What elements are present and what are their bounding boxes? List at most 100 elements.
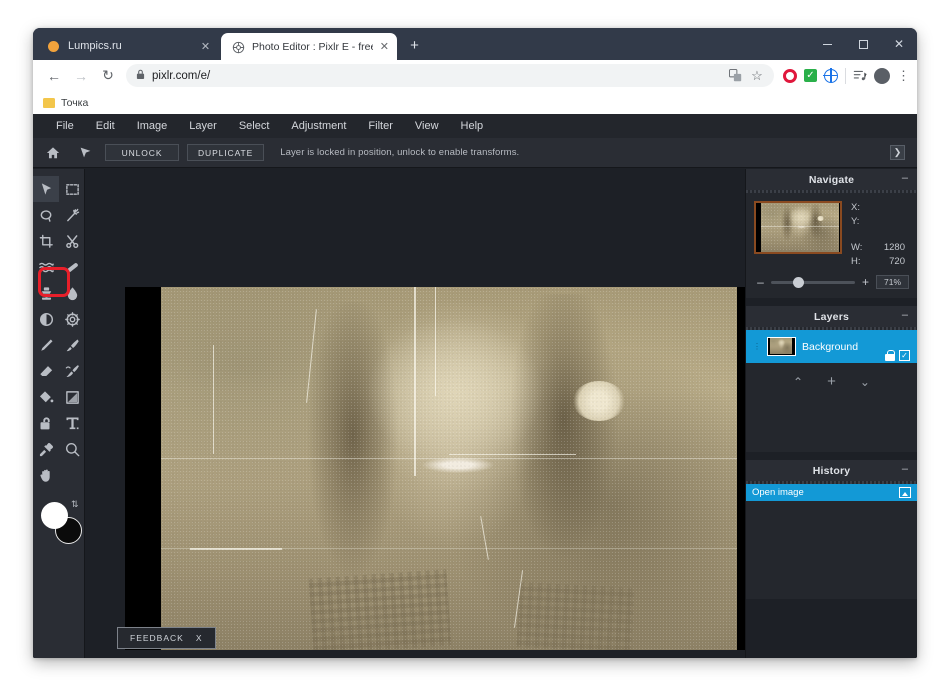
arrow-tool-icon[interactable] (73, 142, 97, 164)
history-panel-header[interactable]: History – (746, 460, 917, 481)
layers-panel-header[interactable]: Layers – (746, 306, 917, 327)
navigate-minimize-button[interactable]: – (902, 173, 908, 184)
feedback-button[interactable]: FEEDBACK X (117, 627, 216, 649)
zoom-level-value[interactable]: 71% (876, 275, 909, 289)
panel-title: Layers (813, 310, 850, 323)
menu-adjustment[interactable]: Adjustment (280, 114, 357, 138)
detail-brush-tool[interactable] (59, 358, 85, 384)
history-item-label: Open image (752, 487, 804, 498)
brush-tool[interactable] (59, 332, 85, 358)
layer-row[interactable]: ⋮ Background ✓ (746, 330, 917, 363)
zoom-slider-knob[interactable] (792, 276, 804, 288)
browser-menu-button[interactable]: ⋮ (897, 68, 910, 84)
layer-visibility-checkbox[interactable]: ✓ (899, 350, 910, 361)
panel-collapse-button[interactable]: ❯ (890, 145, 905, 160)
forward-button[interactable]: → (68, 63, 94, 89)
menu-filter[interactable]: Filter (357, 114, 403, 138)
gradient-tool[interactable] (59, 384, 85, 410)
blur-tool[interactable] (59, 280, 85, 306)
history-minimize-button[interactable]: – (902, 464, 908, 475)
swap-arrows-icon[interactable]: ⇅ (71, 499, 79, 510)
reload-button[interactable]: ↻ (95, 63, 121, 89)
tab-title: Lumpics.ru (68, 40, 122, 52)
layer-thumbnail (767, 337, 796, 356)
menu-layer[interactable]: Layer (178, 114, 228, 138)
tab-close-icon[interactable]: ✕ (200, 40, 211, 53)
menu-select[interactable]: Select (228, 114, 281, 138)
browser-tab-lumpics[interactable]: Lumpics.ru ✕ (37, 32, 219, 60)
history-item[interactable]: Open image (746, 484, 917, 501)
color-picker-tool[interactable] (33, 436, 59, 462)
foreground-color-swatch[interactable] (41, 502, 68, 529)
panel-title: History (812, 464, 851, 477)
lasso-select-tool[interactable] (33, 202, 59, 228)
eraser-tool[interactable] (33, 358, 59, 384)
arrange-tool[interactable] (33, 176, 59, 202)
window-minimize-button[interactable] (809, 28, 845, 60)
menu-help[interactable]: Help (450, 114, 495, 138)
lumpics-favicon-icon (48, 40, 61, 53)
feedback-label: FEEDBACK (130, 633, 184, 643)
layer-action-buttons: ⌃ + ⌄ (746, 363, 917, 390)
tab-close-icon[interactable]: ✕ (380, 40, 389, 53)
crop-tool[interactable] (33, 228, 59, 254)
hand-tool[interactable] (33, 462, 59, 488)
lock-icon (136, 69, 145, 83)
blue-globe-extension-icon[interactable] (823, 67, 838, 83)
avatar[interactable] (874, 67, 890, 84)
shape-tool[interactable] (33, 410, 59, 436)
duplicate-button[interactable]: DUPLICATE (187, 144, 265, 161)
liquify-tool[interactable] (33, 254, 59, 280)
layer-drag-handle-icon[interactable]: ⋮ (753, 343, 761, 350)
lock-status-note: Layer is locked in position, unlock to e… (280, 147, 520, 158)
zoom-out-button[interactable]: – (756, 275, 765, 289)
canvas-area[interactable]: FEEDBACK X (85, 169, 773, 658)
lock-icon[interactable] (885, 350, 895, 361)
options-bar: UNLOCK DUPLICATE Layer is locked in posi… (33, 138, 917, 168)
move-layer-down-button[interactable]: ⌄ (860, 375, 870, 389)
browser-tab-pixlr[interactable]: Photo Editor : Pixlr E - free image ✕ (221, 33, 397, 60)
paint-bucket-tool[interactable] (33, 384, 59, 410)
new-tab-button[interactable]: + (405, 37, 424, 56)
magic-wand-tool[interactable] (59, 202, 85, 228)
opera-extension-icon[interactable] (783, 68, 797, 83)
bookmark-item[interactable]: Точка (43, 97, 88, 109)
text-tool[interactable] (59, 410, 85, 436)
add-layer-button[interactable]: + (827, 373, 836, 390)
menu-image[interactable]: Image (126, 114, 179, 138)
bookmarks-bar: Точка (33, 91, 917, 114)
move-layer-up-button[interactable]: ⌃ (793, 375, 803, 389)
layers-minimize-button[interactable]: – (902, 310, 908, 321)
window-close-button[interactable]: ✕ (881, 28, 917, 60)
green-check-extension-icon[interactable]: ✓ (804, 69, 817, 82)
reading-list-icon[interactable] (853, 69, 867, 83)
navigator-thumbnail[interactable] (754, 201, 842, 254)
address-bar[interactable]: pixlr.com/e/ ☆ (126, 64, 774, 87)
feedback-close-icon[interactable]: X (196, 633, 203, 643)
navigate-panel-header[interactable]: Navigate – (746, 169, 917, 190)
image-canvas[interactable] (125, 287, 773, 650)
clone-stamp-tool[interactable] (33, 280, 59, 306)
pencil-tool[interactable] (33, 332, 59, 358)
home-icon[interactable] (41, 142, 65, 164)
zoom-slider[interactable] (771, 276, 855, 288)
size-w-value: 1280 (883, 242, 905, 253)
bookmark-label: Точка (61, 96, 89, 109)
menu-file[interactable]: File (45, 114, 85, 138)
back-button[interactable]: ← (41, 63, 67, 89)
window-maximize-button[interactable] (845, 28, 881, 60)
menu-view[interactable]: View (404, 114, 450, 138)
zoom-in-button[interactable]: + (861, 275, 870, 289)
zoom-tool[interactable] (59, 436, 85, 462)
menu-edit[interactable]: Edit (85, 114, 126, 138)
zoom-control: – + 71% (746, 273, 917, 298)
dodge-burn-tool[interactable] (33, 306, 59, 332)
unlock-button[interactable]: UNLOCK (105, 144, 179, 161)
sharpen-tool[interactable] (59, 306, 85, 332)
cutout-tool[interactable] (59, 228, 85, 254)
marquee-select-tool[interactable] (59, 176, 85, 202)
coord-x-value (871, 201, 909, 215)
bookmark-star-icon[interactable]: ☆ (750, 68, 764, 83)
heal-tool[interactable] (59, 254, 85, 280)
translate-icon[interactable] (728, 69, 742, 83)
